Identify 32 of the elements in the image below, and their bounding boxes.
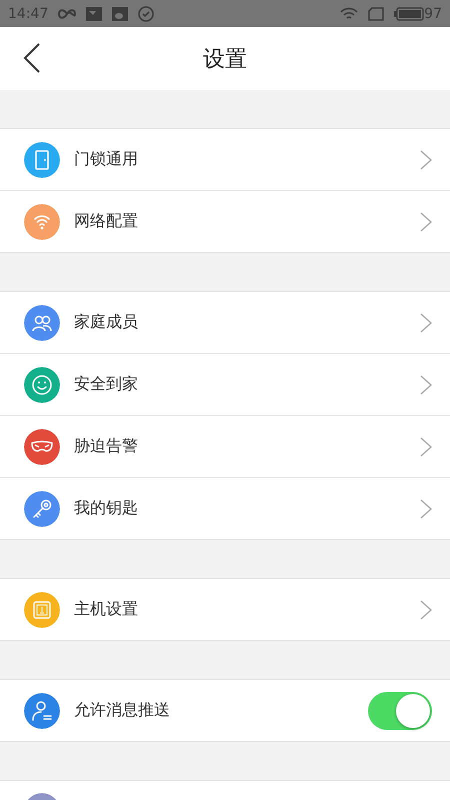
settings-row[interactable]: 胁迫告警	[0, 415, 450, 477]
chevron-icon	[420, 600, 432, 620]
check-circle-icon	[138, 6, 154, 22]
status-time: 14:47	[8, 6, 48, 22]
wifi-icon	[340, 6, 358, 20]
row-label: 安全到家	[74, 374, 139, 395]
sim-card-icon	[368, 6, 384, 20]
settings-row[interactable]: 家庭成员	[0, 292, 450, 353]
row-label: 允许消息推送	[74, 700, 171, 721]
infinity-icon	[58, 8, 76, 18]
row-label: 网络配置	[74, 211, 139, 232]
chevron-icon	[420, 436, 432, 456]
battery-icon	[394, 6, 424, 20]
chevron-icon	[420, 374, 432, 394]
settings-row[interactable]: 安全到家	[0, 353, 450, 415]
row-label: 胁迫告警	[74, 436, 139, 457]
settings-row[interactable]: 门锁通用	[0, 129, 450, 190]
image-icon	[86, 6, 102, 20]
chevron-icon	[420, 312, 432, 332]
settings-row[interactable]: 我的钥匙	[0, 477, 450, 539]
settings-row[interactable]: 网络配置	[0, 190, 450, 252]
chevron-icon	[420, 498, 432, 518]
settings-row[interactable]: 主机设置	[0, 579, 450, 640]
chevron-icon	[420, 150, 432, 170]
row-label: 门锁通用	[74, 149, 139, 170]
row-label: 家庭成员	[74, 312, 139, 333]
toggle-switch[interactable]	[368, 692, 432, 730]
row-label: 我的钥匙	[74, 498, 139, 519]
row-label: 主机设置	[74, 599, 139, 620]
page-title: 设置	[203, 46, 247, 74]
battery-level: 97	[424, 6, 442, 22]
chevron-icon	[420, 212, 432, 232]
